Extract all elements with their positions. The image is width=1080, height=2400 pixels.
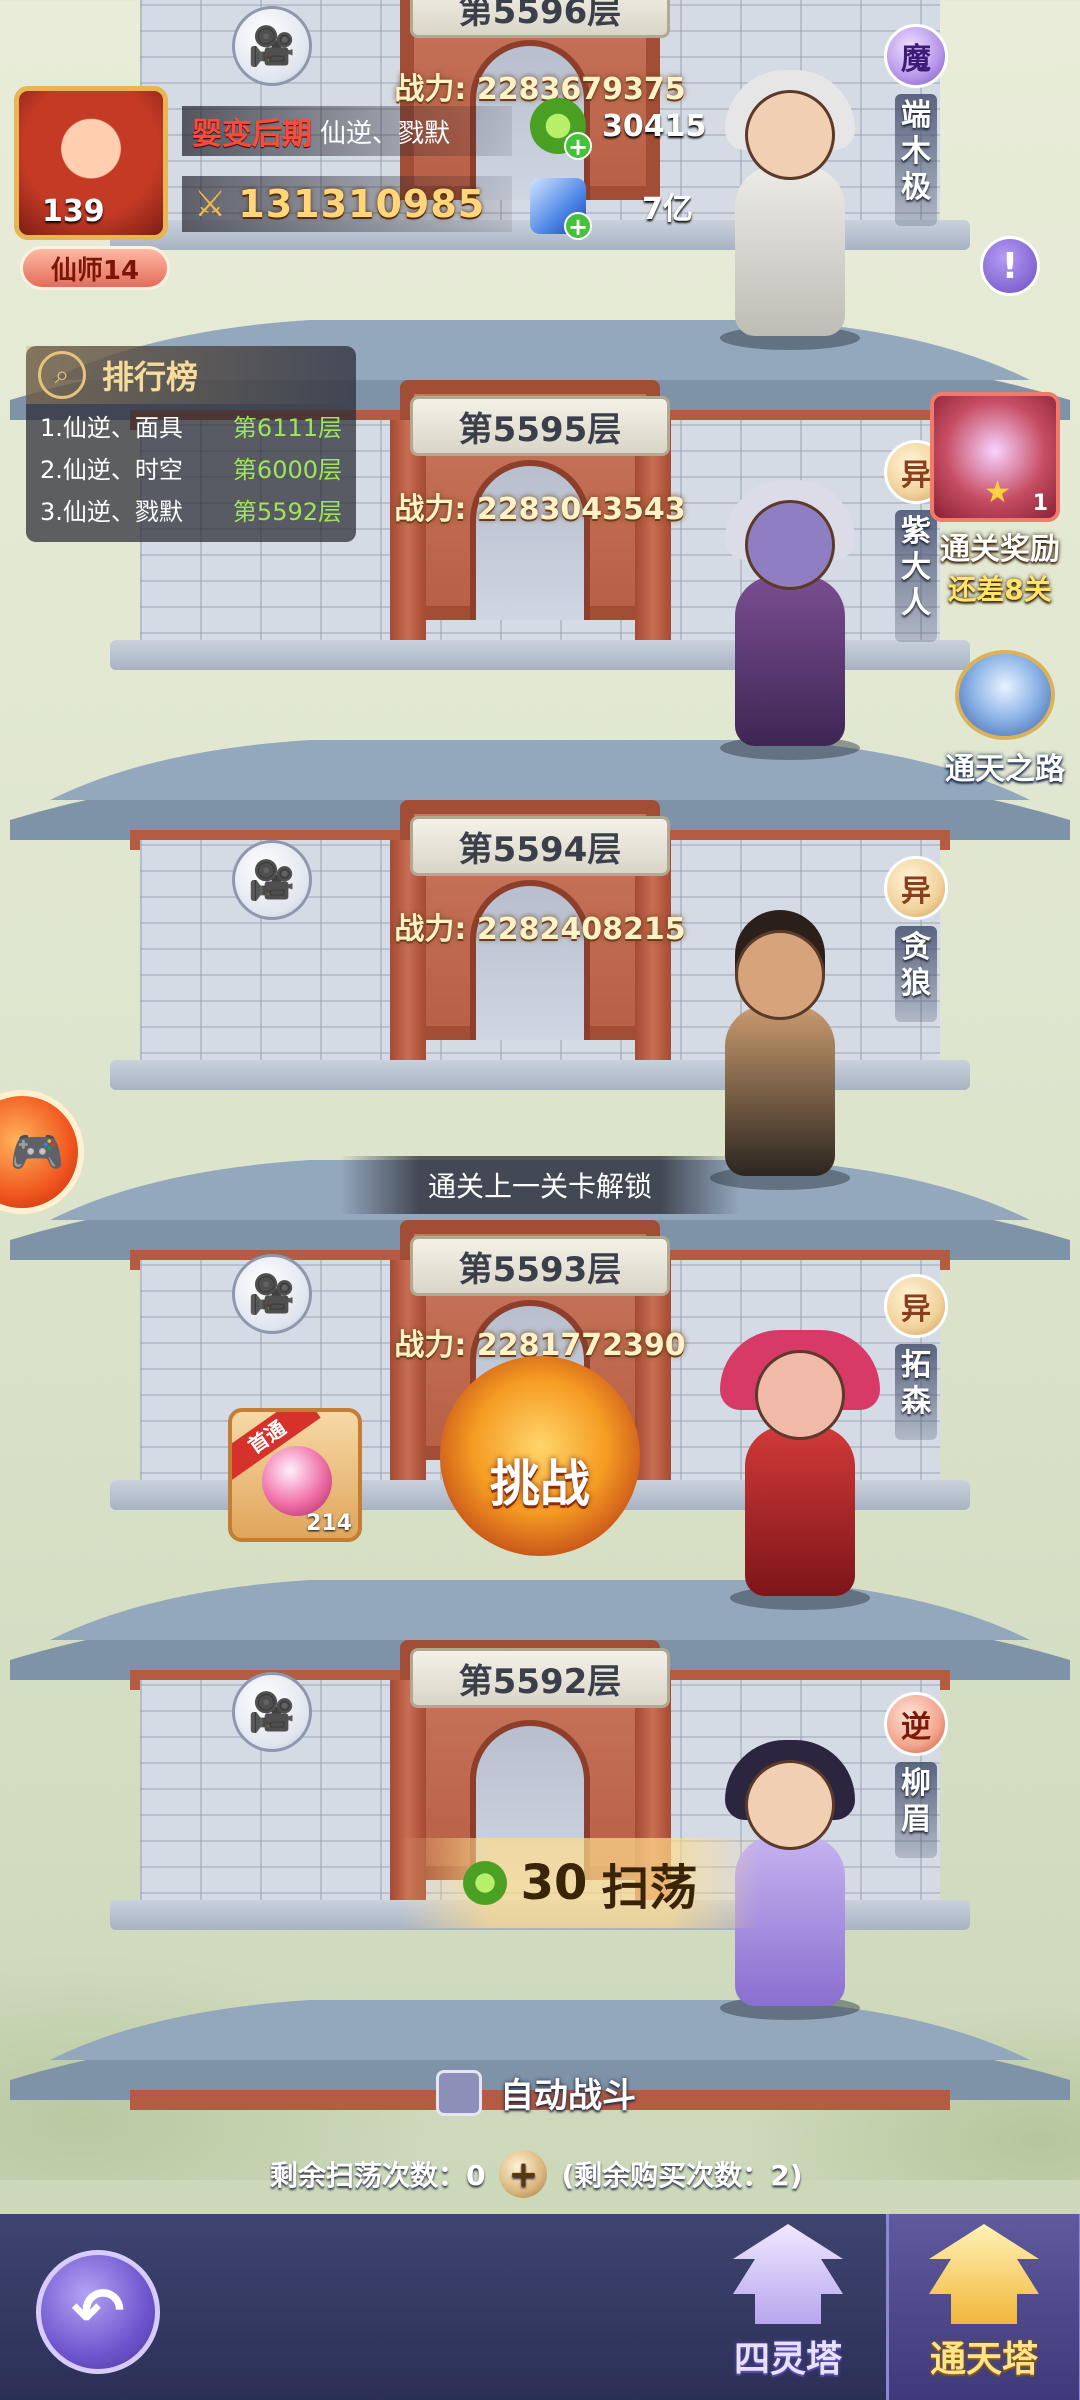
floor-power-5595: 战力: 2283043543 (394, 492, 686, 527)
first-clear-reward[interactable]: 首通 214 (228, 1408, 362, 1542)
add-icon: + (564, 212, 592, 240)
tab-spirit-tower[interactable]: 四灵塔 (690, 2214, 886, 2400)
tab-sky-tower[interactable]: 通天塔 (886, 2214, 1080, 2400)
player-title-badge[interactable]: 仙师14 (20, 246, 170, 290)
jade-amount: 30415 (602, 108, 707, 144)
challenge-label: 挑战 (490, 1455, 590, 1513)
reward-title: 通关奖励 (940, 532, 1060, 567)
ranking-panel[interactable]: ⌕ 排行榜 1.仙逆、面具 第6111层 2.仙逆、时空 第6000层 3.仙逆… (26, 346, 356, 542)
clear-reward-text: 通关奖励 还差8关 (930, 524, 1070, 608)
pagoda-icon (733, 2224, 843, 2324)
replay-camera-icon[interactable]: 🎥 (232, 1672, 312, 1752)
player-panel: 139 仙师14 婴变后期 仙逆、戮默 ⚔ 131310985 (14, 86, 514, 290)
tab-sky-tower-label: 通天塔 (929, 2339, 1038, 2380)
crossed-swords-icon: ⚔ (194, 183, 227, 225)
crystal-currency[interactable]: + 7亿 (530, 178, 693, 240)
star-icon: ★ (984, 475, 1011, 510)
challenge-button[interactable]: 挑战 (440, 1356, 640, 1556)
back-button[interactable]: ↶ (36, 2250, 160, 2374)
unlock-hint: 通关上一关卡解锁 (340, 1156, 740, 1214)
first-clear-count: 214 (306, 1511, 352, 1536)
boss-tag-5596[interactable]: 魔 端木极 (884, 24, 948, 226)
crystal-icon: + (530, 178, 592, 240)
replay-camera-icon[interactable]: 🎥 (232, 1254, 312, 1334)
gamepad-icon: 🎮 (9, 1127, 65, 1178)
boss-type-badge: 逆 (884, 1692, 948, 1756)
replay-camera-icon[interactable]: 🎥 (232, 840, 312, 920)
auto-battle-toggle[interactable]: 自动战斗 (436, 2068, 636, 2117)
player-level: 139 (42, 194, 105, 229)
boss-character-duanmuji[interactable] (690, 60, 890, 350)
sky-path-label: 通天之路 (945, 752, 1065, 787)
player-power: 131310985 (238, 182, 486, 226)
ranking-player: 2.仙逆、时空 (40, 455, 183, 484)
reward-quantity: 1 (1032, 491, 1048, 516)
sweep-info: 剩余扫荡次数：0 + (剩余购买次数：2) (270, 2150, 803, 2198)
player-realm: 婴变后期 (192, 117, 312, 152)
sweep-remaining: 剩余扫荡次数：0 (270, 2159, 486, 2192)
jade-icon: + (530, 98, 592, 160)
ranking-row: 2.仙逆、时空 第6000层 (26, 446, 356, 488)
ranking-header: ⌕ 排行榜 (26, 346, 356, 404)
pagoda-icon (929, 2224, 1039, 2324)
add-icon: + (564, 132, 592, 160)
floor-label-5596: 第5596层 (410, 0, 670, 38)
boss-name: 柳眉 (895, 1762, 937, 1858)
sweep-button[interactable]: 30 扫荡 (400, 1838, 760, 1928)
clear-reward-box[interactable]: ★ 1 (930, 392, 1060, 522)
boss-tag-5594[interactable]: 异 贪狼 (884, 856, 948, 1022)
sky-path-button[interactable]: 通天之路 (940, 650, 1070, 790)
ranking-player: 1.仙逆、面具 (40, 413, 183, 442)
boss-type-badge: 魔 (884, 24, 948, 88)
reward-remaining: 还差8关 (948, 573, 1052, 606)
auto-battle-checkbox[interactable] (436, 2069, 482, 2116)
buy-sweeps-button[interactable]: + (499, 2150, 548, 2198)
ranking-floor: 第6000层 (232, 455, 342, 484)
search-icon: ⌕ (38, 351, 86, 399)
auto-battle-label: 自动战斗 (500, 2076, 636, 2116)
jade-currency[interactable]: + 30415 (530, 98, 707, 160)
orb-icon (262, 1446, 332, 1516)
jade-icon (462, 1861, 507, 1905)
sweep-label: 扫荡 (601, 1860, 698, 1916)
boss-character-tuosen[interactable] (700, 1320, 900, 1610)
crystal-amount: 7亿 (642, 192, 693, 227)
floor-label-5592: 第5592层 (410, 1648, 670, 1708)
tab-spirit-tower-label: 四灵塔 (733, 2339, 842, 2380)
floor-label-5594: 第5594层 (410, 816, 670, 876)
ranking-player: 3.仙逆、戮默 (40, 497, 183, 526)
boss-tag-5592[interactable]: 逆 柳眉 (884, 1692, 948, 1858)
buy-remaining: (剩余购买次数：2) (561, 2159, 803, 2192)
help-exclamation-icon[interactable]: ! (980, 236, 1040, 296)
boss-type-badge: 异 (884, 856, 948, 920)
ranking-floor: 第6111层 (232, 413, 342, 442)
boss-character-tanlang[interactable] (680, 900, 880, 1190)
ranking-row: 1.仙逆、面具 第6111层 (26, 404, 356, 446)
back-arrow-icon: ↶ (71, 2275, 125, 2349)
player-info-strip: 婴变后期 仙逆、戮默 (182, 106, 512, 156)
player-power-strip: ⚔ 131310985 (182, 176, 512, 232)
replay-camera-icon[interactable]: 🎥 (232, 6, 312, 86)
floor-label-5595: 第5595层 (410, 396, 670, 456)
boss-name: 端木极 (895, 94, 937, 226)
bottom-nav: ↶ 四灵塔 通天塔 (0, 2214, 1080, 2400)
ranking-row: 3.仙逆、戮默 第5592层 (26, 488, 356, 530)
floor-label-5593: 第5593层 (410, 1236, 670, 1296)
sweep-cost: 30 (520, 1855, 588, 1911)
ranking-floor: 第5592层 (232, 497, 342, 526)
ranking-title: 排行榜 (102, 358, 199, 396)
boss-name: 拓森 (895, 1344, 937, 1440)
boss-character-zidaren[interactable] (690, 470, 890, 760)
boss-name: 贪狼 (895, 926, 937, 1022)
player-name: 仙逆、戮默 (320, 118, 451, 149)
trident-emblem-icon (955, 650, 1055, 740)
